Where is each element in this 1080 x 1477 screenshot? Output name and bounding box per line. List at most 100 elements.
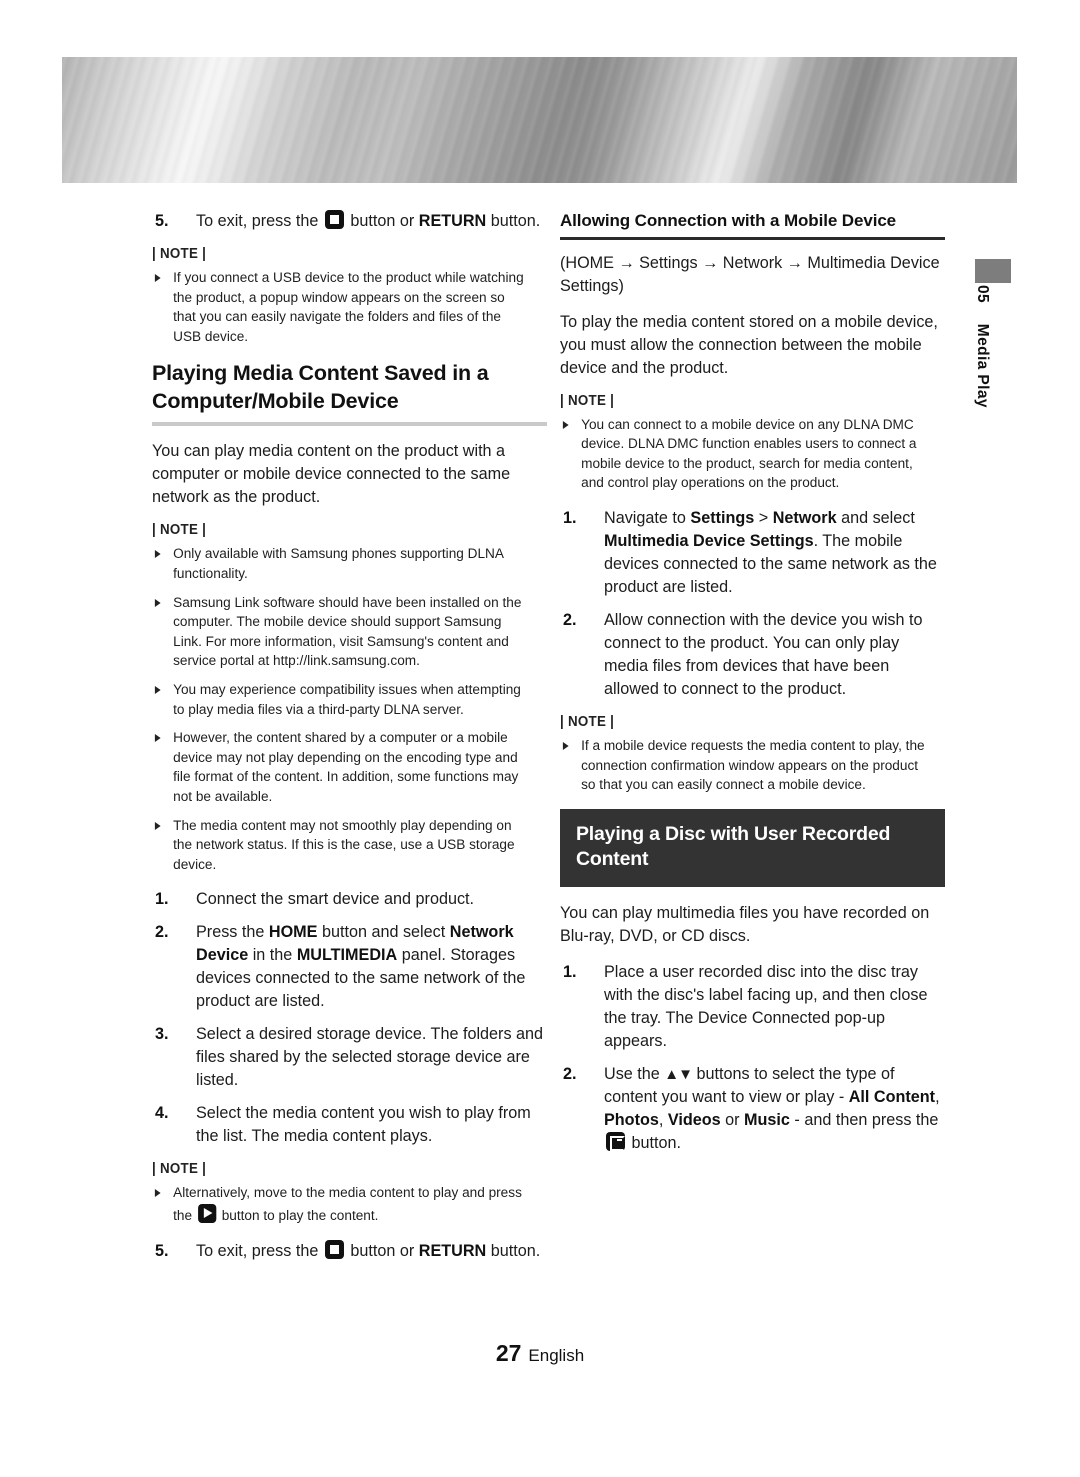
- heading-rule: [152, 422, 547, 427]
- note-text: If you connect a USB device to the produ…: [173, 270, 524, 345]
- section-steps-list: 1. Place a user recorded disc into the d…: [560, 961, 945, 1155]
- videos-keyword: Videos: [667, 1111, 721, 1130]
- list-item: Only available with Samsung phones suppo…: [152, 545, 531, 584]
- network-keyword: Network: [772, 508, 837, 527]
- note-label: | NOTE |: [560, 392, 615, 409]
- list-item: You can connect to a mobile device on an…: [560, 416, 930, 494]
- left-step5-top-list: 5. To exit, press the button or RETURN b…: [152, 210, 547, 233]
- step-text-before: To exit, press the: [196, 1241, 319, 1260]
- note-text: You may experience compatibility issues …: [173, 681, 521, 718]
- step-number: 5.: [155, 212, 169, 230]
- step-text: To exit, press the button or RETURN butt…: [196, 1239, 541, 1260]
- left-step5-bottom-list: 5. To exit, press the button or RETURN b…: [152, 1239, 547, 1263]
- multimedia-device-settings-keyword: Multimedia Device Settings: [604, 531, 814, 550]
- menu-path-line: (HOME → Settings → Network → Multimedia …: [560, 253, 940, 295]
- note-text: If a mobile device requests the media co…: [581, 737, 925, 794]
- left-column: 5. To exit, press the button or RETURN b…: [152, 210, 547, 1276]
- section-header-bar: Playing a Disc with User Recorded Conten…: [560, 808, 945, 888]
- step-number: 3.: [155, 1025, 169, 1044]
- bullet-triangle-icon: [154, 685, 161, 694]
- photos-keyword: Photos: [604, 1111, 659, 1130]
- note-text: Only available with Samsung phones suppo…: [173, 546, 504, 582]
- right-intro-paragraph: To play the media content stored on a mo…: [560, 312, 938, 377]
- play-button-icon: [197, 1203, 217, 1223]
- list-item: 1. Connect the smart device and product.: [152, 888, 547, 911]
- note-text: You can connect to a mobile device on an…: [581, 416, 917, 492]
- bullet-triangle-icon: [562, 741, 569, 750]
- list-item: Samsung Link software should have been i…: [152, 594, 531, 672]
- step-text-mid: button or: [350, 1241, 415, 1260]
- list-item: 5. To exit, press the button or RETURN b…: [152, 210, 547, 233]
- banner-streak-overlay: [62, 57, 1017, 183]
- note-text: Alternatively, move to the media content…: [173, 1185, 522, 1224]
- subsection-title: Allowing Connection with a Mobile Device: [560, 211, 897, 230]
- step-text: Navigate to Settings > Network and selec…: [604, 508, 937, 596]
- enter-button-icon: [606, 1132, 625, 1152]
- up-down-arrows-icon: ▲▼: [664, 1066, 693, 1084]
- note-list-1: If you connect a USB device to the produ…: [152, 269, 547, 347]
- left-steps-list: 1. Connect the smart device and product.…: [152, 888, 547, 1148]
- note-label: | NOTE |: [152, 246, 207, 262]
- right-column: Allowing Connection with a Mobile Device…: [560, 210, 945, 1168]
- note-text: The media content may not smoothly play …: [173, 817, 515, 873]
- bullet-triangle-icon: [154, 550, 161, 559]
- step-number: 1.: [563, 963, 577, 982]
- step-text-before: To exit, press the: [196, 212, 319, 230]
- step-text: Use the ▲▼ buttons to select the type of…: [604, 1065, 940, 1153]
- page-language: English: [528, 1346, 585, 1365]
- page-footer: 27 English: [0, 1340, 1080, 1367]
- list-item: Alternatively, move to the media content…: [152, 1184, 531, 1226]
- all-content-keyword: All Content: [848, 1088, 936, 1107]
- list-item: 2. Press the HOME button and select Netw…: [152, 921, 547, 1013]
- list-item: 4. Select the media content you wish to …: [152, 1102, 547, 1148]
- step-number: 2.: [563, 1065, 577, 1084]
- list-item: 2. Use the ▲▼ buttons to select the type…: [560, 1063, 945, 1155]
- header-banner-image: [62, 57, 1017, 183]
- list-item: However, the content shared by a compute…: [152, 729, 531, 807]
- section-intro-paragraph: You can play multimedia files you have r…: [560, 904, 930, 946]
- step-text: Select the media content you wish to pla…: [196, 1104, 531, 1146]
- bullet-triangle-icon: [154, 821, 161, 830]
- page-number: 27: [495, 1340, 522, 1366]
- list-item: The media content may not smoothly play …: [152, 817, 531, 876]
- step-text: To exit, press the button or RETURN butt…: [196, 210, 541, 230]
- left-intro-paragraph: You can play media content on the produc…: [152, 442, 511, 507]
- return-keyword: RETURN: [418, 212, 487, 230]
- home-keyword: HOME: [268, 923, 318, 942]
- step-text: Select a desired storage device. The fol…: [196, 1025, 544, 1090]
- settings-keyword: Settings: [690, 508, 755, 527]
- step-number: 5.: [155, 1241, 169, 1260]
- bullet-triangle-icon: [154, 274, 161, 282]
- step-text-after: button.: [490, 1241, 541, 1260]
- note-text: However, the content shared by a compute…: [173, 730, 519, 805]
- note-text: Samsung Link software should have been i…: [173, 594, 522, 670]
- note-label: | NOTE |: [152, 1161, 207, 1178]
- step-number: 2.: [563, 610, 577, 629]
- note-list-3: Alternatively, move to the media content…: [152, 1184, 547, 1226]
- step-number: 1.: [155, 890, 169, 909]
- bullet-triangle-icon: [562, 420, 569, 429]
- bullet-triangle-icon: [154, 1189, 161, 1198]
- list-item: 1. Navigate to Settings > Network and se…: [560, 507, 945, 599]
- stop-button-icon: [324, 210, 344, 229]
- chapter-number: 05: [974, 285, 991, 304]
- bullet-triangle-icon: [154, 734, 161, 743]
- list-item: 1. Place a user recorded disc into the d…: [560, 961, 945, 1053]
- multimedia-keyword: MULTIMEDIA: [296, 946, 398, 965]
- step-number: 4.: [155, 1104, 169, 1123]
- step-number: 2.: [155, 923, 169, 942]
- note-label: | NOTE |: [152, 522, 207, 539]
- step-text: Allow connection with the device you wis…: [604, 610, 923, 698]
- step-text: Connect the smart device and product.: [196, 890, 475, 909]
- subheading-rule: [560, 237, 945, 240]
- stop-button-icon: [324, 1239, 344, 1259]
- note-label: | NOTE |: [560, 713, 615, 730]
- music-keyword: Music: [744, 1111, 790, 1130]
- chapter-tab-marker: [975, 259, 1011, 283]
- bullet-triangle-icon: [154, 598, 161, 607]
- step-text: Place a user recorded disc into the disc…: [604, 963, 928, 1051]
- list-item: 5. To exit, press the button or RETURN b…: [152, 1239, 547, 1263]
- list-item: 2. Allow connection with the device you …: [560, 609, 945, 701]
- step-text-after: button.: [490, 212, 541, 230]
- page-title: Playing Media Content Saved in a Compute…: [152, 361, 489, 413]
